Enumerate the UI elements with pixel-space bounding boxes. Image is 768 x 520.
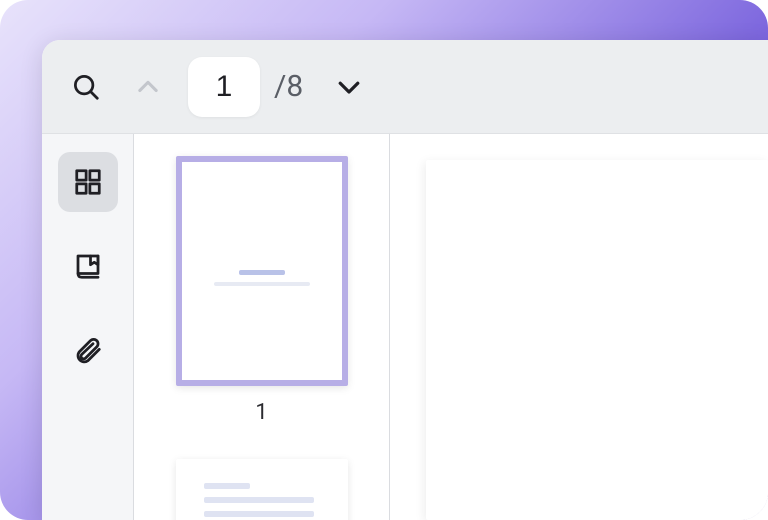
- thumbnail-content-line: [204, 511, 314, 517]
- thumbnail-page-1[interactable]: [176, 156, 348, 386]
- chevron-down-icon: [334, 72, 364, 102]
- viewer-body: 1: [42, 134, 768, 520]
- document-viewer-window: /8: [42, 40, 768, 520]
- chevron-up-icon: [134, 73, 162, 101]
- thumbnail-content-line: [204, 483, 250, 489]
- thumbnail-panel: 1: [134, 134, 390, 520]
- page-canvas[interactable]: [426, 160, 768, 520]
- thumbnail-content-line: [214, 282, 310, 286]
- thumbnail-page-2[interactable]: [176, 459, 348, 520]
- thumbnail-preview: [182, 162, 342, 380]
- prev-page-button[interactable]: [126, 65, 170, 109]
- thumbnail-label: 1: [255, 400, 267, 425]
- thumbnail-content-line: [204, 497, 314, 503]
- thumbnail-content-line: [239, 270, 285, 275]
- page-total-label: /8: [274, 69, 303, 104]
- thumbnail-preview: [182, 465, 342, 520]
- main-page-area: [390, 134, 768, 520]
- bookmark-book-icon: [73, 251, 103, 281]
- next-page-button[interactable]: [327, 65, 371, 109]
- thumbnails-tab[interactable]: [58, 152, 118, 212]
- search-icon: [71, 72, 101, 102]
- toolbar: /8: [42, 40, 768, 134]
- page-number-input[interactable]: [188, 57, 260, 117]
- attachments-tab[interactable]: [58, 320, 118, 380]
- paperclip-icon: [73, 335, 103, 365]
- grid-icon: [73, 167, 103, 197]
- side-rail: [42, 134, 134, 520]
- search-button[interactable]: [64, 65, 108, 109]
- bookmarks-tab[interactable]: [58, 236, 118, 296]
- app-frame: /8: [0, 0, 768, 520]
